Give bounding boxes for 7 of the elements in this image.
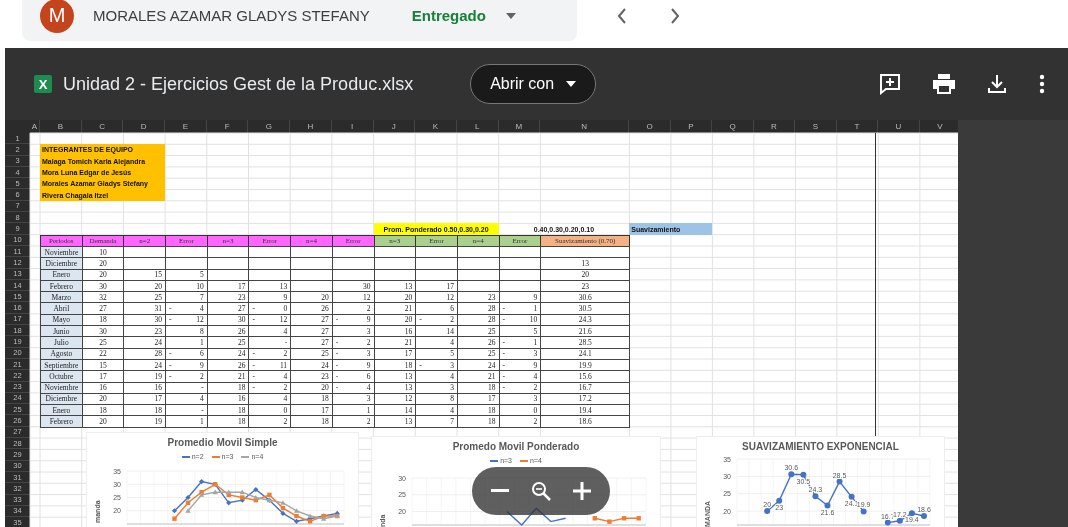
spreadsheet-icon: X [34, 75, 52, 93]
file-name: Unidad 2 - Ejercicios Gest de la Produc.xlsx [63, 73, 414, 95]
chart-title: Promedo Movil Ponderado [451, 441, 581, 452]
chart-title: Promedio Movil Simple [166, 437, 279, 448]
student-name: MORALES AZAMAR GLADYS STEFANY [93, 7, 370, 24]
chart-title: SUAVIZAMIENTO EXPONENCIAL [741, 441, 900, 452]
avatar: M [40, 0, 74, 33]
